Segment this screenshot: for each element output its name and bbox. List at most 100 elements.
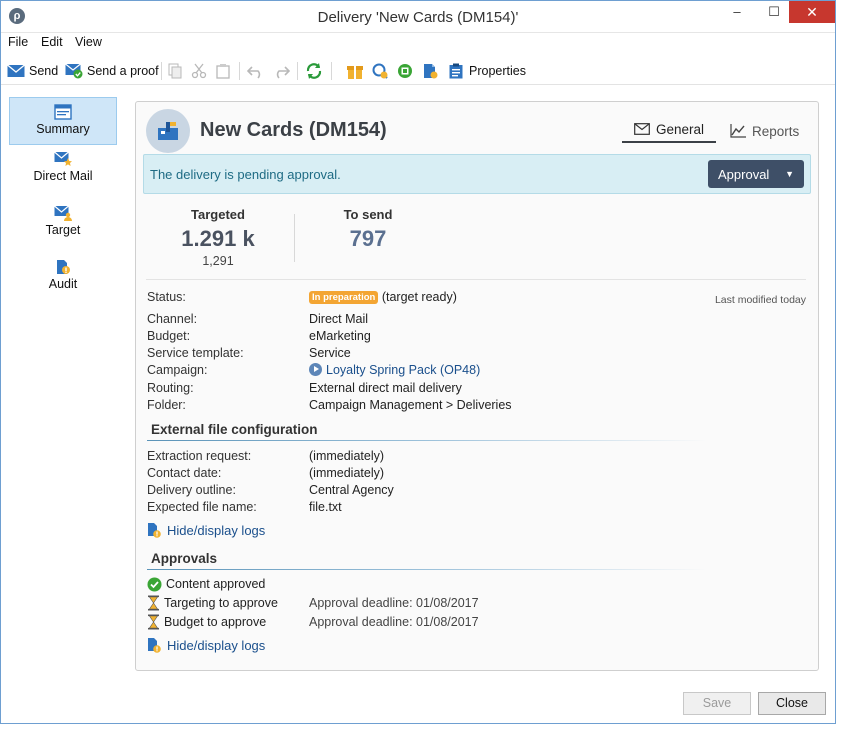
tab-general[interactable]: General — [622, 119, 716, 143]
field-label: Routing: — [147, 381, 194, 395]
envelope-icon — [7, 62, 25, 80]
cut-icon[interactable] — [191, 61, 207, 81]
field-value: External direct mail delivery — [309, 381, 462, 395]
field-value: Campaign Management > Deliveries — [309, 398, 512, 412]
approval-text: Budget to approve — [164, 615, 267, 629]
external-section-title: External file configuration — [151, 422, 318, 437]
field-label: Service template: — [147, 346, 244, 360]
left-nav: Summary Direct Mail Target Audit — [9, 97, 119, 307]
nav-item-direct-mail[interactable]: Direct Mail — [9, 151, 117, 199]
field-value: Central Agency — [309, 483, 394, 497]
budget-deadline: Approval deadline: 01/08/2017 — [309, 615, 479, 629]
content-approved-row: Content approved — [147, 576, 265, 592]
toolbar-divider — [161, 62, 162, 80]
send-button[interactable]: Send — [7, 61, 58, 81]
caret-down-icon: ▼ — [785, 169, 794, 179]
save-button[interactable]: Save — [683, 692, 751, 715]
field-value: Service — [309, 346, 351, 360]
direct-mail-header-icon — [146, 109, 190, 153]
send-label: Send — [29, 64, 59, 78]
nav-label: Summary — [36, 122, 90, 136]
field-label: Campaign: — [147, 363, 208, 377]
hide-display-logs-link[interactable]: Hide/display logs — [147, 522, 265, 538]
toolbar-divider — [331, 62, 332, 80]
stat-divider — [294, 214, 295, 262]
clipboard-icon — [447, 62, 465, 80]
hourglass-icon — [148, 595, 159, 611]
envelope-icon — [634, 123, 650, 135]
field-value: eMarketing — [309, 329, 371, 343]
toolbar: Send Send a proof Properties — [1, 57, 835, 85]
tab-label: Reports — [752, 123, 800, 139]
status-text: (target ready) — [381, 290, 457, 304]
gift-icon[interactable] — [347, 61, 363, 81]
target-icon — [54, 205, 72, 221]
stat-label: Targeted — [191, 207, 245, 222]
hide-display-logs-link[interactable]: Hide/display logs — [147, 637, 265, 653]
targeting-deadline: Approval deadline: 01/08/2017 — [309, 596, 479, 610]
status-badge: In preparation — [309, 291, 379, 305]
page-title: New Cards (DM154) — [200, 119, 387, 141]
export-icon[interactable] — [421, 61, 439, 81]
field-label: Budget: — [147, 329, 191, 343]
maximize-button[interactable]: ☐ — [759, 1, 789, 23]
minimize-button[interactable]: – — [715, 1, 759, 23]
stat-label: To send — [343, 207, 393, 222]
field-label: Delivery outline: — [147, 483, 236, 497]
targeting-approval-row: Targeting to approve — [147, 595, 278, 611]
field-label: Status: — [147, 290, 186, 304]
send-proof-label: Send a proof — [87, 64, 159, 78]
field-label: Contact date: — [147, 466, 222, 480]
summary-icon — [54, 104, 72, 120]
copy-icon[interactable] — [167, 61, 183, 81]
toolbar-divider — [297, 62, 298, 80]
validate-icon[interactable] — [397, 61, 413, 81]
toolbar-divider — [239, 62, 240, 80]
delivery-window: ρ Delivery 'New Cards (DM154)' – ☐ ✕ Fil… — [0, 0, 836, 724]
field-label: Channel: — [147, 312, 198, 326]
section-divider — [147, 569, 707, 570]
stat-targeted: Targeted 1.291 k 1,291 — [148, 207, 288, 268]
refresh-icon[interactable] — [305, 61, 323, 81]
close-button[interactable]: Close — [758, 692, 826, 715]
menu-edit[interactable]: Edit — [41, 35, 63, 49]
menu-file[interactable]: File — [8, 35, 28, 49]
title-bar: ρ Delivery 'New Cards (DM154)' – ☐ ✕ — [1, 1, 835, 33]
approval-label: Approval — [718, 166, 770, 182]
paste-icon[interactable] — [215, 61, 231, 81]
nav-item-audit[interactable]: Audit — [9, 259, 117, 307]
field-value: In preparation (target ready) — [309, 290, 457, 305]
tab-reports[interactable]: Reports — [730, 119, 799, 143]
nav-item-summary[interactable]: Summary — [9, 97, 117, 145]
send-proof-button[interactable]: Send a proof — [65, 61, 159, 81]
field-label: Extraction request: — [147, 449, 252, 463]
approval-button[interactable]: Approval ▼ — [708, 160, 804, 188]
redo-icon[interactable] — [272, 61, 290, 81]
field-label: Expected file name: — [147, 500, 257, 514]
field-value: Direct Mail — [309, 312, 369, 326]
direct-mail-icon — [54, 151, 72, 166]
tab-label: General — [655, 121, 705, 137]
nav-label: Direct Mail — [33, 169, 93, 183]
undo-icon[interactable] — [247, 61, 265, 81]
stat-value: 797 — [349, 226, 387, 251]
logs-link-text: Hide/display logs — [167, 637, 266, 653]
log-icon — [148, 523, 161, 538]
section-divider — [147, 440, 707, 441]
field-value: (immediately) — [309, 466, 385, 480]
properties-button[interactable]: Properties — [447, 61, 526, 81]
field-label: Folder: — [147, 398, 186, 412]
nav-item-target[interactable]: Target — [9, 205, 117, 253]
campaign-link[interactable]: Loyalty Spring Pack (OP48) — [309, 363, 480, 377]
last-modified: Last modified today — [714, 294, 806, 306]
analysis-icon[interactable] — [371, 61, 389, 81]
delivery-stats: Targeted 1.291 k 1,291 To send 797 — [146, 202, 806, 280]
properties-label: Properties — [469, 64, 526, 78]
summary-panel: New Cards (DM154) General Reports The de… — [135, 101, 819, 671]
chart-line-icon — [730, 124, 746, 138]
budget-approval-row: Budget to approve — [147, 614, 266, 630]
audit-icon — [57, 260, 70, 274]
check-circle-icon — [147, 577, 162, 591]
menu-view[interactable]: View — [75, 35, 102, 49]
close-window-button[interactable]: ✕ — [789, 1, 835, 23]
